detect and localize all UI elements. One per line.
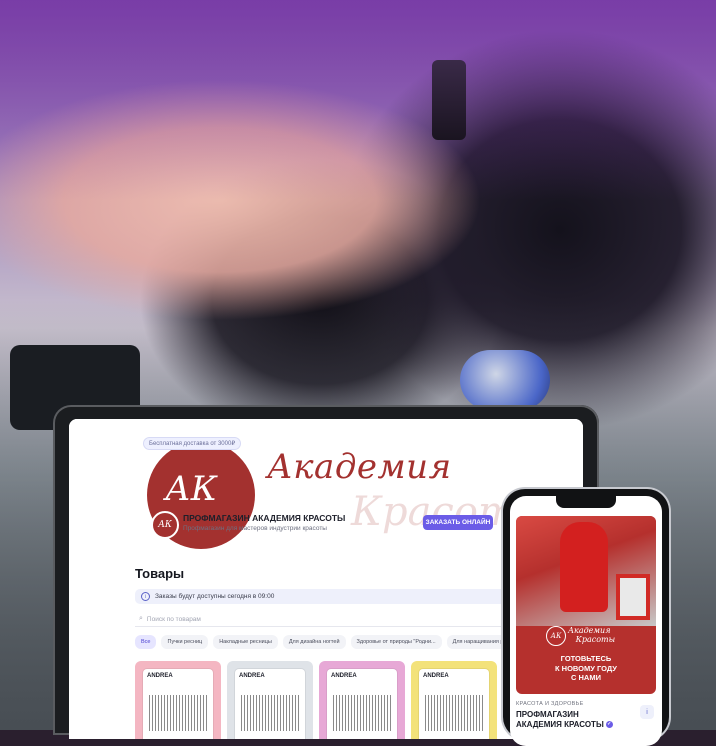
search-icon: ⌕ <box>139 615 143 622</box>
emblem-text: Академия Красоты <box>568 626 616 644</box>
phone-shop-name: ПРОФМАГАЗИН АКАДЕМИЯ КРАСОТЫ ✓ <box>516 710 613 730</box>
product-brand: ANDREA <box>147 673 173 679</box>
smartphone: АК Академия Красоты ГОТОВЬТЕСЬ К НОВОМУ … <box>503 489 669 746</box>
nail-polish-bottle <box>432 60 466 140</box>
promo-banner[interactable]: АК Академия Красоты ГОТОВЬТЕСЬ К НОВОМУ … <box>516 516 656 694</box>
lashes-image <box>241 695 299 731</box>
emblem-icon: АК <box>546 626 566 646</box>
lashes-image <box>149 695 207 731</box>
store-description: Профмагазин для мастеров индустрии красо… <box>183 525 327 532</box>
category-tab-false-lashes[interactable]: Накладные ресницы <box>213 635 278 649</box>
category-tab-health[interactable]: Здоровье от природы "Родни... <box>350 635 442 649</box>
product-brand: ANDREA <box>239 673 265 679</box>
product-brand: ANDREA <box>423 673 449 679</box>
phone-notch <box>556 496 616 508</box>
gift-box <box>616 574 650 620</box>
category-tab-all[interactable]: Все <box>135 635 157 649</box>
category-tab-lash-bundles[interactable]: Пучки ресниц <box>161 635 209 649</box>
notice-text: Заказы будут доступны сегодня в 09:00 <box>155 593 275 600</box>
phone-screen: АК Академия Красоты ГОТОВЬТЕСЬ К НОВОМУ … <box>510 496 662 746</box>
info-icon[interactable]: i <box>640 705 654 719</box>
category-tab-nail-design[interactable]: Для дизайна ногтей <box>282 635 346 649</box>
purple-overlay <box>0 0 716 200</box>
script-title: Академия <box>267 447 452 487</box>
product-card[interactable]: ANDREA <box>135 661 221 739</box>
products-title: Товары <box>135 566 185 581</box>
store-name: ПРОФМАГАЗИН АКАДЕМИЯ КРАСОТЫ <box>183 513 346 523</box>
new-year-greeting: ГОТОВЬТЕСЬ К НОВОМУ ГОДУ С НАМИ <box>555 654 617 682</box>
product-card[interactable]: ANDREA <box>411 661 497 739</box>
product-card[interactable]: ANDREA <box>319 661 405 739</box>
store-avatar: АК <box>151 511 179 539</box>
model-in-red-dress <box>560 522 608 612</box>
verified-icon: ✓ <box>605 721 613 729</box>
order-online-button[interactable]: ЗАКАЗАТЬ ОНЛАЙН <box>423 515 493 530</box>
logo-mark: АК <box>165 469 218 509</box>
search-placeholder: Поиск по товарам <box>146 615 201 623</box>
phone-shop-name-text: ПРОФМАГАЗИН АКАДЕМИЯ КРАСОТЫ <box>516 710 604 729</box>
lashes-image <box>425 695 483 731</box>
product-card[interactable]: ANDREA <box>227 661 313 739</box>
product-brand: ANDREA <box>331 673 357 679</box>
shop-category-label: КРАСОТА И ЗДОРОВЬЕ <box>516 701 584 707</box>
lashes-image <box>333 695 391 731</box>
nail-lamp <box>460 350 550 410</box>
delivery-badge: Бесплатная доставка от 3000₽ <box>143 437 242 450</box>
info-icon: i <box>141 592 150 601</box>
